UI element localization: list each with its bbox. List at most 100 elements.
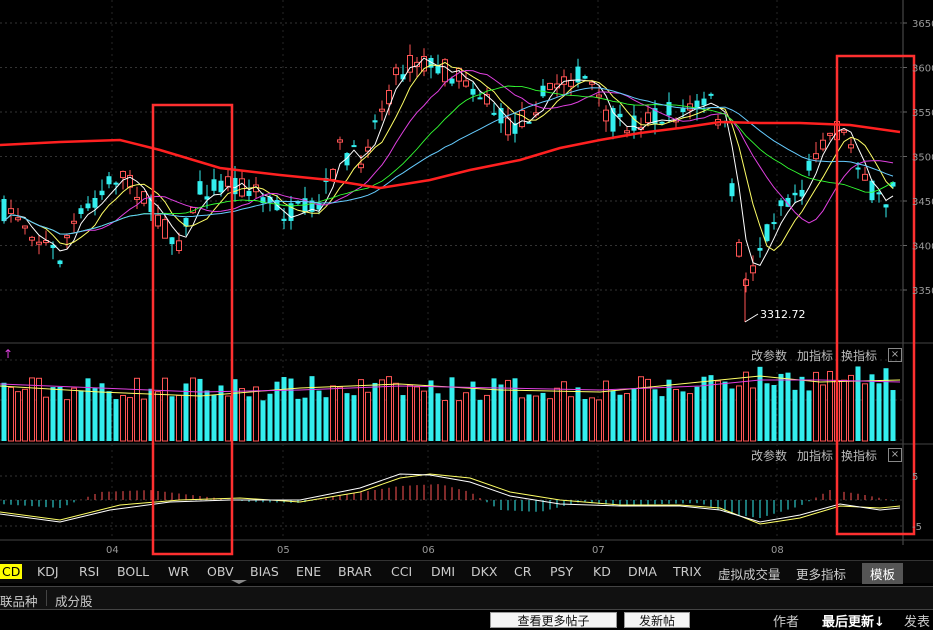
column-last-updated[interactable]: 最后更新↓ (822, 611, 885, 630)
macd-tick-label: -5 (912, 522, 922, 533)
tab-obv[interactable]: OBV (207, 564, 234, 579)
volume-switch-indicator-button[interactable]: 换指标 (841, 347, 877, 364)
tab-psy[interactable]: PSY (550, 564, 573, 579)
low-price-pointer (744, 313, 759, 323)
tab-constituents[interactable]: 成分股 (55, 591, 93, 610)
candle-body (820, 139, 826, 150)
volume-bar (673, 389, 679, 442)
tab-macd[interactable]: CD (0, 564, 23, 579)
tab-trix[interactable]: TRIX (673, 564, 702, 579)
candle-body (57, 260, 63, 265)
price-tick-label: 3550 (912, 108, 933, 119)
tab-cci[interactable]: CCI (391, 564, 412, 579)
volume-bar (50, 387, 56, 441)
volume-bar (169, 396, 175, 441)
tab-related-products[interactable]: 联品种 (0, 591, 38, 610)
tab-rsi[interactable]: RSI (79, 564, 99, 579)
macd-dea-line (0, 473, 901, 525)
highlight-box-april (151, 103, 234, 556)
volume-bar (743, 371, 749, 442)
candle-body (505, 117, 511, 136)
tab-dma[interactable]: DMA (628, 564, 657, 579)
volume-bar (848, 374, 854, 442)
volume-bar (799, 376, 805, 441)
tab-virtual-volume[interactable]: 虚拟成交量 (718, 564, 781, 583)
tab-cr[interactable]: CR (514, 564, 531, 579)
candle-body (568, 79, 574, 87)
resize-handle-icon[interactable] (229, 579, 249, 585)
volume-bar (687, 393, 693, 442)
volume-bar (820, 384, 826, 442)
volume-bar (57, 386, 63, 441)
candle-body (764, 224, 770, 242)
volume-bar (365, 391, 371, 442)
volume-bar (337, 386, 343, 442)
tab-module[interactable]: 模板 (862, 563, 904, 584)
macd-close-icon[interactable]: × (888, 448, 902, 462)
volume-bar (785, 372, 791, 441)
volume-bar (393, 382, 399, 442)
candle-body (218, 180, 224, 193)
tab-dkx[interactable]: DKX (471, 564, 497, 579)
chart-annotations (151, 54, 916, 556)
candle-body (729, 183, 735, 197)
volume-bar (358, 379, 364, 442)
tab-kd[interactable]: KD (593, 564, 611, 579)
volume-bar (764, 383, 770, 441)
candle-body (813, 153, 819, 160)
volume-bar (134, 377, 140, 442)
column-author[interactable]: 作者 (773, 611, 799, 630)
date-tick-label: 04 (106, 545, 119, 556)
sub-tab-bar: 联品种 成分股 (0, 586, 933, 609)
candle-body (330, 168, 336, 180)
volume-bar (78, 390, 84, 441)
tab-dmi[interactable]: DMI (431, 564, 455, 579)
volume-bar (316, 390, 322, 441)
tab-boll[interactable]: BOLL (117, 564, 149, 579)
stock-chart[interactable]: 3312.72 ↑ 3650 3600 3550 3500 3450 3400 3350 5… (0, 0, 933, 560)
macd-params-button[interactable]: 改参数 (751, 447, 787, 464)
volume-bar (813, 371, 819, 442)
candle-body (701, 98, 707, 106)
candle-body (393, 67, 399, 76)
candle-body (134, 196, 140, 200)
macd-dif-line (0, 473, 901, 523)
volume-bar (757, 366, 763, 441)
moving-average-line (3, 87, 894, 235)
volume-bar (302, 397, 308, 441)
view-more-posts-button[interactable]: 查看更多帖子 (490, 612, 617, 628)
tab-brar[interactable]: BRAR (338, 564, 372, 579)
candle-body (708, 93, 714, 96)
macd-switch-indicator-button[interactable]: 换指标 (841, 447, 877, 464)
volume-bar (526, 394, 532, 441)
candle-body (848, 144, 854, 149)
volume-bar (568, 396, 574, 442)
volume-bar (498, 384, 504, 441)
tab-wr[interactable]: WR (168, 564, 189, 579)
candle-body (463, 80, 469, 87)
volume-bar (792, 389, 798, 441)
column-posted[interactable]: 发表 (904, 611, 930, 630)
candle-body (8, 208, 14, 215)
volume-bar (456, 400, 462, 442)
volume-params-button[interactable]: 改参数 (751, 347, 787, 364)
candle-body (470, 88, 476, 95)
volume-bar (323, 397, 329, 441)
tab-ene[interactable]: ENE (296, 564, 321, 579)
volume-bar (442, 399, 448, 442)
tab-more-indicators[interactable]: 更多指标 (796, 564, 846, 583)
new-post-button[interactable]: 发新帖 (624, 612, 690, 628)
candlestick-series (1, 44, 896, 322)
volume-add-indicator-button[interactable]: 加指标 (797, 347, 833, 364)
volume-bar (554, 387, 560, 442)
volume-bar (638, 376, 644, 442)
volume-close-icon[interactable]: × (888, 348, 902, 362)
macd-add-indicator-button[interactable]: 加指标 (797, 447, 833, 464)
volume-bar (197, 378, 203, 441)
candle-body (1, 199, 7, 222)
tab-kdj[interactable]: KDJ (37, 564, 59, 579)
tab-bias[interactable]: BIAS (250, 564, 279, 579)
price-tick-label: 3500 (912, 153, 933, 164)
volume-bar (659, 396, 665, 441)
volume-bar (22, 388, 28, 442)
